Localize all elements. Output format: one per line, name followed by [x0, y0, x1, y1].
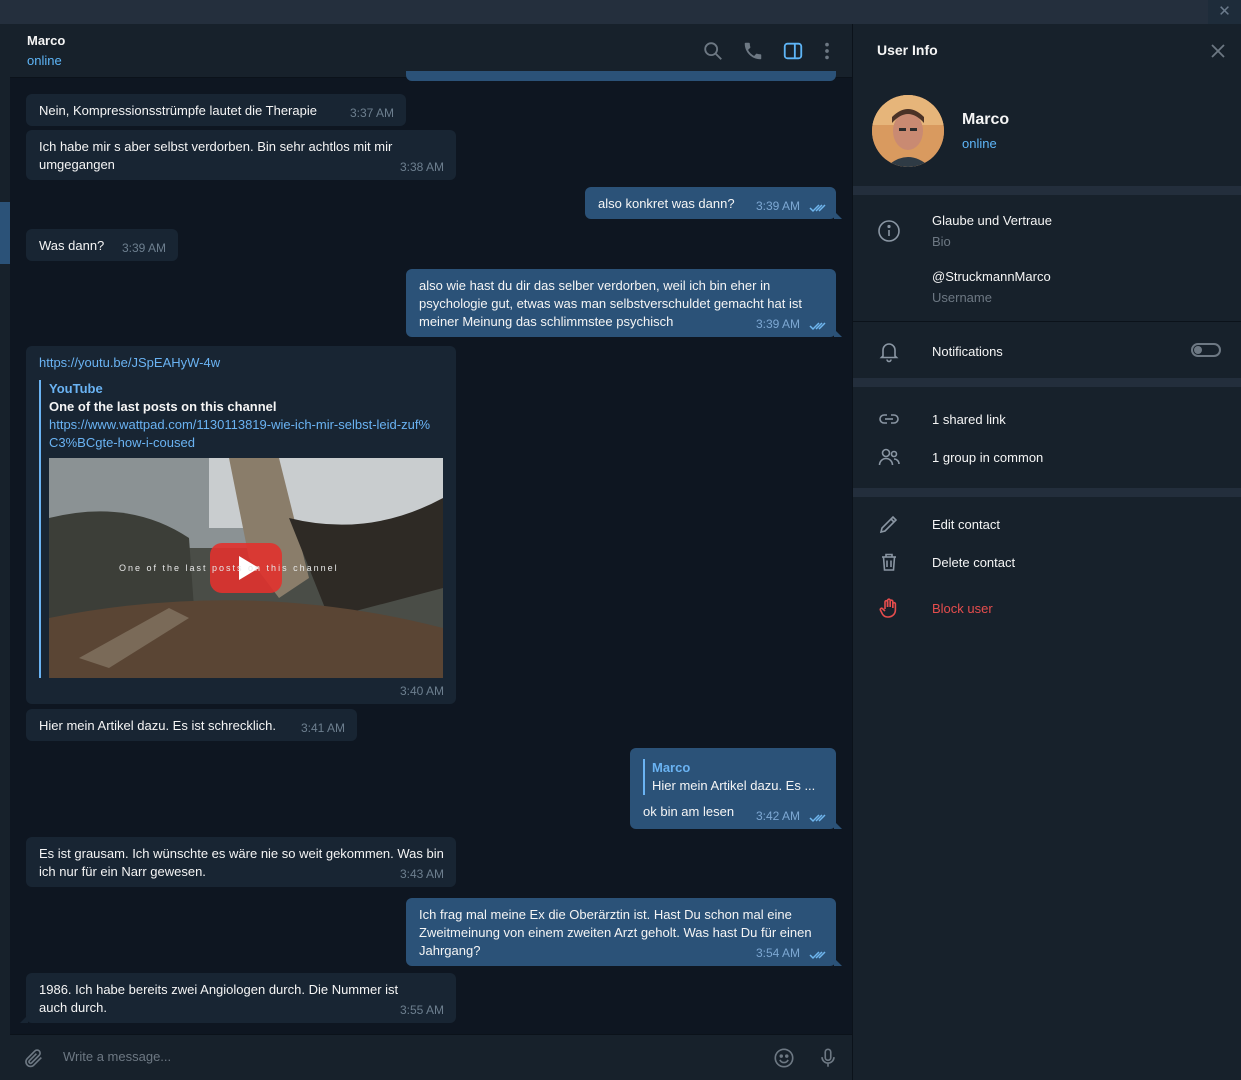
profile-status: online — [962, 136, 997, 151]
message-composer: Write a message... — [10, 1034, 852, 1080]
message-incoming-link-preview[interactable]: https://youtu.be/JSpEAHyW-4w YouTube One… — [26, 346, 456, 704]
chat-status: online — [27, 53, 62, 68]
avatar-photo — [872, 95, 944, 167]
microphone-icon[interactable] — [817, 1047, 839, 1069]
message-incoming[interactable]: Es ist grausam. Ich wünschte es wäre nie… — [26, 837, 456, 887]
selected-chat-indicator[interactable] — [0, 202, 10, 264]
pencil-icon — [877, 512, 901, 536]
profile-name: Marco — [962, 111, 1010, 128]
message-input[interactable]: Write a message... — [63, 1049, 171, 1064]
section-divider — [853, 186, 1241, 195]
message-text: Nein, Kompressionsstrümpfe lautet die Th… — [39, 103, 317, 118]
message-time: 3:39 AM — [755, 199, 800, 213]
hand-stop-icon — [877, 596, 901, 620]
message-text: also konkret was dann? — [598, 196, 735, 211]
reply-quote[interactable]: Marco Hier mein Artikel dazu. Es ... — [643, 759, 823, 795]
chat-list-strip — [0, 24, 10, 1080]
delete-contact-button[interactable]: Delete contact — [932, 555, 1015, 570]
groups-in-common-item[interactable]: 1 group in common — [932, 450, 1043, 465]
section-divider — [853, 378, 1241, 387]
panel-title: User Info — [877, 42, 938, 58]
preview-title: One of the last posts on this channel — [49, 399, 277, 414]
preview-site-name: YouTube — [49, 381, 103, 396]
chat-header: Marco online — [10, 24, 852, 78]
bio-text[interactable]: Glaube und Vertraue — [932, 213, 1052, 228]
message-time: 3:42 AM — [755, 809, 800, 823]
message-list[interactable]: Nein, Kompressionsstrümpfe lautet die Th… — [10, 71, 852, 1034]
attach-icon[interactable] — [23, 1047, 45, 1069]
edit-contact-button[interactable]: Edit contact — [932, 517, 1000, 532]
window-close-icon[interactable]: ✕ — [1208, 0, 1241, 24]
chat-area: Marco online Nein, Kompressionsstrümpfe … — [10, 24, 852, 1080]
message-outgoing[interactable]: also wie hast du dir das selber verdorbe… — [406, 269, 842, 337]
message-incoming[interactable]: Ich habe mir s aber selbst verdorben. Bi… — [26, 130, 456, 180]
read-checkmark-icon — [809, 814, 826, 823]
video-overlay-text: One of the last posts on this channel — [119, 563, 339, 573]
link-icon — [877, 407, 901, 431]
window-titlebar: ✕ — [0, 0, 1241, 24]
message-time: 3:37 AM — [349, 106, 394, 120]
message-incoming[interactable]: 1986. Ich habe bereits zwei Angiologen d… — [20, 973, 456, 1023]
trash-icon — [877, 550, 901, 574]
reply-author: Marco — [652, 760, 691, 775]
message-incoming[interactable]: Nein, Kompressionsstrümpfe lautet die Th… — [26, 94, 406, 126]
notifications-label: Notifications — [932, 344, 1003, 359]
username-label: Username — [932, 290, 992, 305]
block-user-button[interactable]: Block user — [932, 601, 993, 616]
message-incoming[interactable]: Was dann? 3:39 AM — [26, 229, 178, 261]
avatar[interactable] — [872, 95, 944, 167]
message-time: 3:41 AM — [300, 721, 345, 735]
reply-text: Hier mein Artikel dazu. Es ... — [652, 778, 816, 793]
message-incoming[interactable]: Hier mein Artikel dazu. Es ist schreckli… — [26, 709, 357, 741]
message-time: 3:40 AM — [399, 684, 444, 698]
message-time: 3:38 AM — [399, 160, 444, 174]
emoji-icon[interactable] — [773, 1047, 795, 1069]
search-icon[interactable] — [702, 40, 724, 62]
notifications-toggle[interactable] — [1191, 343, 1221, 357]
message-bubble-partial — [406, 71, 836, 81]
row-separator — [853, 321, 1241, 322]
shared-links-item[interactable]: 1 shared link — [932, 412, 1006, 427]
phone-call-icon[interactable] — [742, 40, 764, 62]
message-time: 3:39 AM — [121, 241, 166, 255]
message-text: Hier mein Artikel dazu. Es ist schreckli… — [39, 718, 276, 733]
read-checkmark-icon — [809, 951, 826, 960]
message-outgoing[interactable]: Ich frag mal meine Ex die Oberärztin ist… — [406, 898, 842, 966]
bell-icon — [877, 339, 901, 363]
section-divider — [853, 488, 1241, 497]
message-text: Was dann? — [39, 238, 105, 253]
username-text[interactable]: @StruckmannMarco — [932, 269, 1051, 284]
chat-title[interactable]: Marco — [27, 33, 65, 48]
message-link[interactable]: https://youtu.be/JSpEAHyW-4w — [39, 355, 220, 370]
message-time: 3:54 AM — [755, 946, 800, 960]
read-checkmark-icon — [809, 204, 826, 213]
message-text: ok bin am lesen — [643, 804, 735, 819]
user-info-panel: User Info Marco online Glaube und Vertra… — [852, 24, 1241, 1080]
video-thumbnail[interactable]: One of the last posts on this channel — [49, 458, 443, 678]
toggle-knob — [1194, 346, 1202, 354]
more-menu-icon[interactable] — [816, 40, 838, 62]
close-icon[interactable] — [1209, 42, 1227, 60]
info-icon — [877, 219, 901, 243]
read-checkmark-icon — [809, 322, 826, 331]
message-time: 3:55 AM — [399, 1003, 444, 1017]
message-outgoing-reply[interactable]: Marco Hier mein Artikel dazu. Es ... ok … — [630, 748, 842, 829]
message-time: 3:39 AM — [755, 317, 800, 331]
preview-link[interactable]: https://www.wattpad.com/1130113819-wie-i… — [49, 416, 439, 452]
message-time: 3:43 AM — [399, 867, 444, 881]
bio-label: Bio — [932, 234, 951, 249]
message-text: Ich habe mir s aber selbst verdorben. Bi… — [39, 139, 393, 172]
message-outgoing[interactable]: also konkret was dann? 3:39 AM — [585, 187, 842, 219]
group-icon — [877, 445, 901, 469]
message-text: Es ist grausam. Ich wünschte es wäre nie… — [39, 846, 444, 879]
toggle-side-panel-icon[interactable] — [782, 40, 804, 62]
message-text: 1986. Ich habe bereits zwei Angiologen d… — [39, 982, 399, 1015]
